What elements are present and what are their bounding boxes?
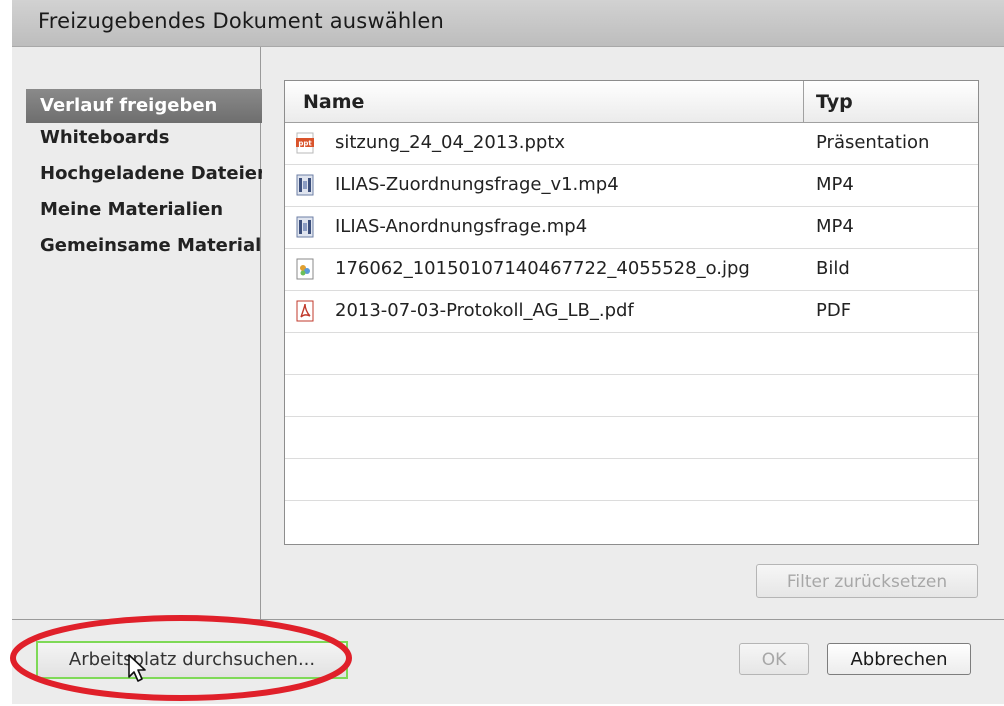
file-type: MP4 — [816, 216, 854, 237]
table-row[interactable]: ILIAS-Anordnungsfrage.mp4 MP4 — [285, 207, 978, 249]
empty-row — [285, 375, 978, 417]
table-row[interactable]: ILIAS-Zuordnungsfrage_v1.mp4 MP4 — [285, 165, 978, 207]
browse-computer-button[interactable]: Arbeitsplatz durchsuchen... — [36, 641, 348, 679]
sidebar-item-gemeinsame-materialien[interactable]: Gemeinsame Materialien — [26, 229, 262, 263]
video-file-icon — [296, 216, 314, 238]
ok-button[interactable]: OK — [739, 643, 809, 675]
table-header: Name Typ — [285, 81, 978, 123]
file-type: Präsentation — [816, 132, 930, 153]
mouse-cursor-icon — [128, 654, 146, 682]
cancel-button[interactable]: Abbrechen — [827, 643, 971, 675]
file-type: Bild — [816, 258, 850, 279]
dialog-titlebar: Freizugebendes Dokument auswählen — [12, 0, 1004, 47]
file-name: ILIAS-Anordnungsfrage.mp4 — [335, 216, 588, 237]
sidebar-item-hochgeladene-dateien[interactable]: Hochgeladene Dateien — [26, 157, 262, 191]
footer-divider — [12, 619, 1004, 620]
column-divider[interactable] — [803, 81, 804, 122]
sidebar-item-meine-materialien[interactable]: Meine Materialien — [26, 193, 262, 227]
filter-reset-button[interactable]: Filter zurücksetzen — [756, 564, 978, 598]
pdf-file-icon — [296, 300, 314, 322]
file-name: 176062_10150107140467722_4055528_o.jpg — [335, 258, 750, 279]
file-name: ILIAS-Zuordnungsfrage_v1.mp4 — [335, 174, 619, 195]
empty-row — [285, 333, 978, 375]
column-header-name[interactable]: Name — [303, 81, 364, 122]
empty-row — [285, 459, 978, 501]
file-table: Name Typ ppt sitzung_24_04_2013.pptx Prä… — [284, 80, 979, 545]
svg-text:ppt: ppt — [298, 140, 312, 148]
dialog-title: Freizugebendes Dokument auswählen — [38, 9, 445, 33]
table-row[interactable]: 176062_10150107140467722_4055528_o.jpg B… — [285, 249, 978, 291]
empty-row — [285, 501, 978, 544]
table-row[interactable]: 2013-07-03-Protokoll_AG_LB_.pdf PDF — [285, 291, 978, 333]
sidebar-item-whiteboards[interactable]: Whiteboards — [26, 121, 262, 155]
file-type: MP4 — [816, 174, 854, 195]
file-type: PDF — [816, 300, 852, 321]
file-name: 2013-07-03-Protokoll_AG_LB_.pdf — [335, 300, 634, 321]
file-name: sitzung_24_04_2013.pptx — [335, 132, 566, 153]
video-file-icon — [296, 174, 314, 196]
ppt-file-icon: ppt — [296, 132, 314, 154]
share-document-dialog: Verlauf freigeben Whiteboards Hochgelade… — [10, 47, 1004, 704]
column-header-type[interactable]: Typ — [816, 81, 853, 122]
table-row[interactable]: ppt sitzung_24_04_2013.pptx Präsentation — [285, 123, 978, 165]
sidebar: Verlauf freigeben Whiteboards Hochgelade… — [12, 47, 262, 619]
empty-row — [285, 417, 978, 459]
sidebar-item-verlauf-freigeben[interactable]: Verlauf freigeben — [26, 89, 262, 123]
image-file-icon — [296, 258, 314, 280]
